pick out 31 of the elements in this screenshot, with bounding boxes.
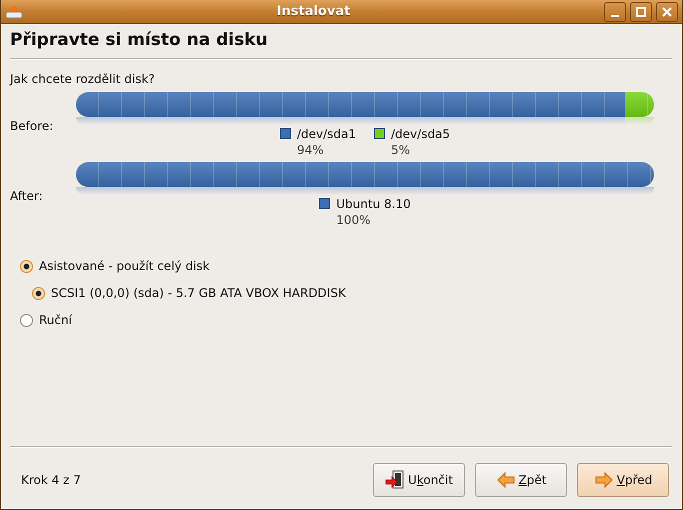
- close-icon: [662, 6, 672, 16]
- right-arrow-icon: [594, 470, 614, 490]
- left-arrow-icon: [496, 470, 516, 490]
- page-heading: Připravte si místo na disku: [10, 30, 269, 52]
- partition-percent: 100%: [336, 212, 372, 228]
- minimize-icon: [611, 14, 619, 16]
- step-label: Krok 4 z 7: [21, 473, 82, 487]
- installer-icon: [5, 4, 23, 20]
- option-label[interactable]: Asistované - použít celý disk: [39, 259, 210, 273]
- minimize-button[interactable]: [604, 2, 626, 22]
- partition-name: Ubuntu 8.10: [336, 196, 411, 212]
- action-button[interactable]: Ukončit: [373, 463, 465, 497]
- close-button[interactable]: [656, 2, 678, 22]
- partition-percent: 94%: [296, 142, 325, 158]
- partition-name: /dev/sda1: [296, 126, 356, 142]
- radio-button[interactable]: [20, 314, 33, 326]
- door-exit-icon: [385, 470, 406, 490]
- question-label: Jak chcete rozdělit disk?: [10, 72, 156, 88]
- action-button[interactable]: Zpět: [475, 463, 567, 497]
- bar-label: Before:: [10, 118, 54, 135]
- action-button[interactable]: Vpřed: [577, 463, 669, 497]
- radio-button[interactable]: [20, 260, 33, 272]
- window-title: Instalovat: [276, 4, 352, 19]
- maximize-button[interactable]: [630, 2, 652, 22]
- option-label[interactable]: SCSI1 (0,0,0) (sda) - 5.7 GB ATA VBOX HARDDISK: [51, 286, 346, 300]
- partition-percent: 5%: [391, 142, 412, 158]
- partition-name: /dev/sda5: [391, 126, 450, 142]
- option-label[interactable]: Ruční: [39, 313, 72, 327]
- maximize-icon: [636, 6, 646, 16]
- radio-button[interactable]: [32, 286, 45, 300]
- bar-label: After:: [10, 188, 44, 205]
